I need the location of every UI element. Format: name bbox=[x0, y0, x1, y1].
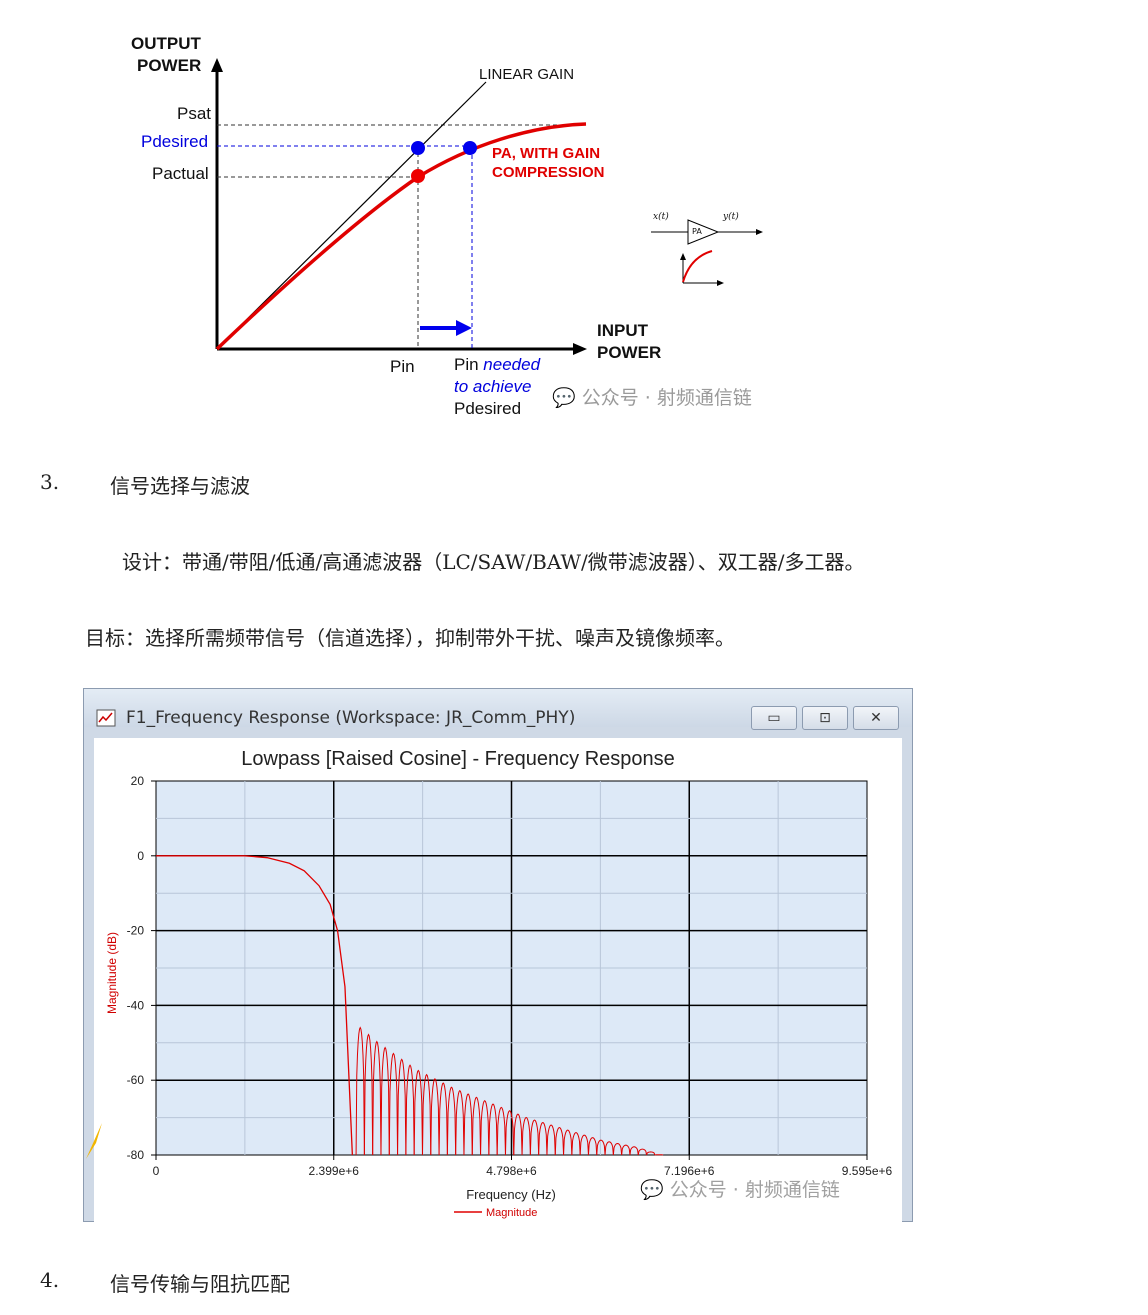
pa-inset-diagram bbox=[651, 219, 763, 286]
inset-input-label: x(t) bbox=[653, 212, 669, 222]
section4-heading: 信号传输与阻抗匹配 bbox=[110, 1272, 290, 1296]
frequency-response-plot: 200-20-40-60-80 0 2.399e+6 4.798e+6 7.196e+… bbox=[105, 774, 893, 1219]
inset-output-label: y(t) bbox=[723, 212, 739, 222]
x-tick-label: 2.399e+6 bbox=[309, 1164, 360, 1178]
window-titlebar[interactable]: F1_Frequency Response (Workspace: JR_Com… bbox=[84, 689, 912, 730]
section4-number: 4. bbox=[40, 1268, 60, 1292]
y-tick-label: -60 bbox=[127, 1073, 145, 1087]
psat-label: Psat bbox=[177, 104, 212, 123]
x-axis-label: Frequency (Hz) bbox=[466, 1187, 556, 1202]
input-shift-arrowhead bbox=[456, 320, 472, 336]
legend-label: Magnitude bbox=[486, 1207, 537, 1219]
y-tick-label: -20 bbox=[127, 924, 145, 938]
pin-label: Pin bbox=[390, 357, 415, 376]
y-axis-arrow bbox=[211, 58, 223, 72]
y-tick-label: -80 bbox=[127, 1148, 145, 1162]
y-tick-label: 20 bbox=[131, 774, 145, 788]
watermark-1: 💬 公众号 · 射频通信链 bbox=[552, 387, 752, 409]
section3-design: 设计：带通/带阻/低通/高通滤波器（LC/SAW/BAW/微带滤波器）、双工器/… bbox=[122, 550, 865, 574]
x-axis-arrow bbox=[573, 343, 587, 355]
y-axis-label: Magnitude (dB) bbox=[105, 932, 119, 1014]
x-tick-label: 0 bbox=[153, 1164, 160, 1178]
y-tick-label: 0 bbox=[137, 849, 144, 863]
section3-heading: 信号选择与滤波 bbox=[110, 474, 250, 498]
window-title: F1_Frequency Response (Workspace: JR_Com… bbox=[126, 708, 576, 728]
minimize-button[interactable]: ▭ bbox=[751, 706, 797, 730]
inset-compression-curve bbox=[682, 250, 713, 283]
pdesired-label: Pdesired bbox=[141, 132, 209, 151]
linear-gain-label: LINEAR GAIN bbox=[479, 66, 575, 83]
frequency-response-window: F1_Frequency Response (Workspace: JR_Com… bbox=[83, 688, 913, 1222]
wechat-icon: 💬 bbox=[640, 1179, 664, 1201]
cursor-arrow-icon bbox=[86, 1123, 102, 1159]
x-axis-title-line1: INPUT bbox=[597, 321, 648, 340]
pin-needed-line2: to achieve bbox=[454, 377, 532, 396]
x-tick-label: 9.595e+6 bbox=[842, 1164, 893, 1178]
y-axis-title-line2: POWER bbox=[137, 56, 202, 75]
chart-area: Lowpass [Raised Cosine] - Frequency Resp… bbox=[94, 738, 902, 1222]
x-axis-title-line2: POWER bbox=[597, 343, 662, 362]
pa-curve-label-line2: COMPRESSION bbox=[492, 164, 605, 181]
pactual-point bbox=[411, 169, 425, 183]
y-axis-title-line1: OUTPUT bbox=[131, 34, 201, 53]
pactual-label: Pactual bbox=[152, 164, 209, 183]
maximize-button[interactable]: ⊡ bbox=[802, 706, 848, 730]
pa-curve-label-line1: PA, WITH GAIN bbox=[492, 145, 601, 162]
pdesired-pa-point bbox=[463, 141, 477, 155]
section3-goal: 目标：选择所需频带信号（信道选择），抑制带外干扰、噪声及镜像频率。 bbox=[85, 626, 735, 650]
y-tick-labels: 20 0 -20 -40 -60 -80 bbox=[127, 774, 156, 1162]
pin-needed-label: Pin needed bbox=[454, 355, 541, 374]
watermark-2: 💬 公众号 · 射频通信链 bbox=[640, 1179, 840, 1201]
chart-window-icon bbox=[96, 709, 116, 727]
pdesired-linear-point bbox=[411, 141, 425, 155]
y-tick-label: -40 bbox=[127, 998, 145, 1012]
inset-pa-label: PA bbox=[692, 227, 702, 236]
pin-needed-line3: Pdesired bbox=[454, 399, 522, 418]
x-tick-label: 4.798e+6 bbox=[486, 1164, 537, 1178]
wechat-icon: 💬 bbox=[552, 387, 576, 409]
close-button[interactable]: ✕ bbox=[853, 706, 899, 730]
section3-number: 3. bbox=[40, 470, 60, 494]
